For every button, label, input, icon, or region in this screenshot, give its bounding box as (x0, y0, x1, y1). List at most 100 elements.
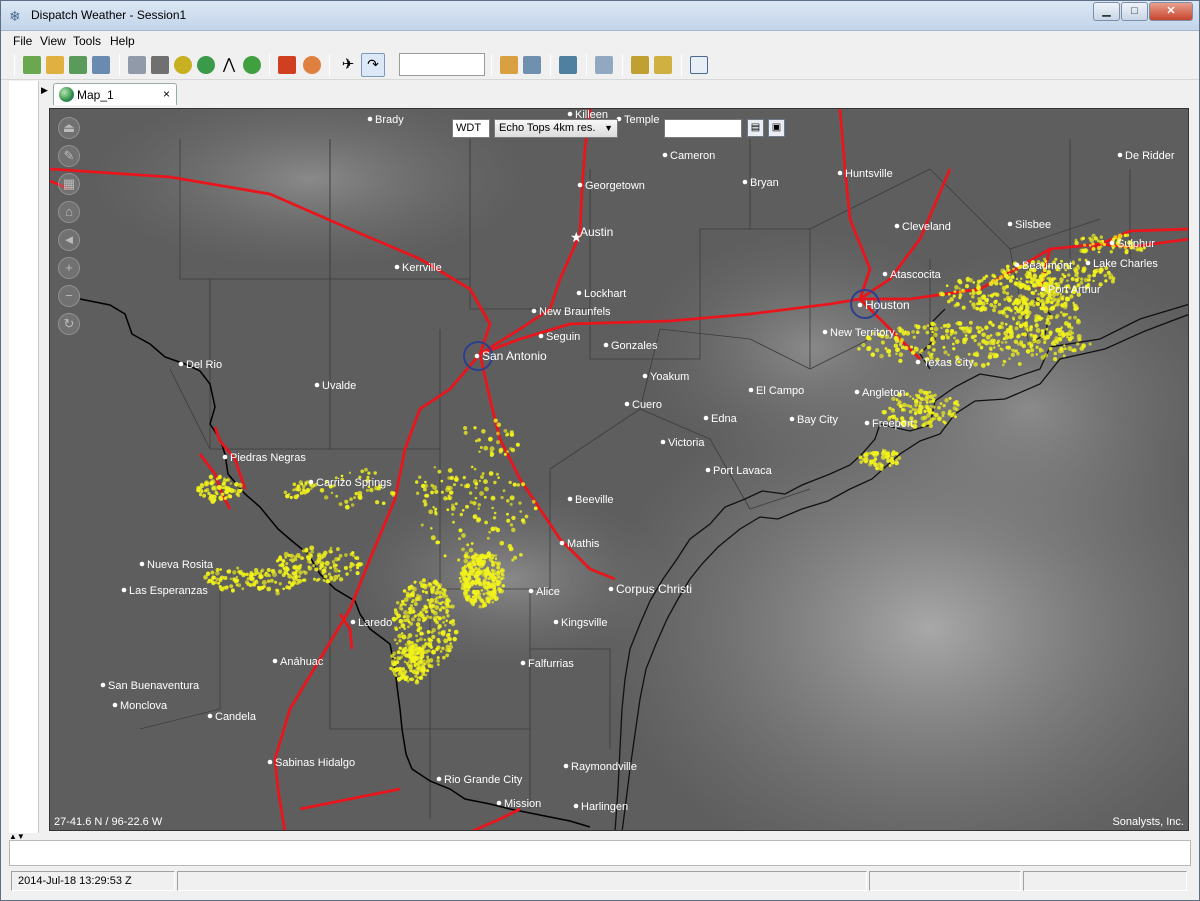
map-tool-column: ⏏ ✎ ▦ ⌂ ◄ + − ↻ (58, 117, 82, 341)
panel-icon[interactable] (690, 56, 708, 74)
globe-icon[interactable] (197, 56, 215, 74)
map-time-field[interactable] (664, 119, 742, 138)
zoom-out-icon[interactable]: − (58, 285, 80, 307)
rotate-icon[interactable]: ↻ (58, 313, 80, 335)
map-canvas[interactable]: Killeen TempleBradyCameronGeorgetown Bryan… (50, 109, 1189, 831)
back-icon[interactable]: ◄ (58, 229, 80, 251)
save-icon[interactable] (69, 56, 87, 74)
lightning-strike (415, 491, 420, 495)
lightning-strike (330, 491, 334, 495)
weather-product-icon[interactable] (278, 56, 296, 74)
lightning-strike (447, 637, 452, 642)
lightning-strike (1041, 302, 1046, 307)
lightning-strike (479, 598, 485, 603)
palette-icon[interactable] (303, 56, 321, 74)
layer-add-icon[interactable] (500, 56, 518, 74)
lightning-strike (296, 485, 300, 489)
route-icon[interactable]: ↷ (361, 53, 385, 77)
close-button[interactable]: ✕ (1149, 2, 1193, 21)
print-icon[interactable] (128, 56, 146, 74)
overlay-icon[interactable] (559, 56, 577, 74)
lightning-strike (505, 498, 510, 503)
lightning-strike (395, 617, 399, 620)
lightning-strike (483, 445, 489, 451)
home-icon[interactable]: ⌂ (58, 201, 80, 223)
map-view[interactable]: Killeen Temple Brady Cameron Georgetown Bryan… (49, 108, 1189, 831)
station-field[interactable]: WDT (452, 119, 490, 138)
eject-icon[interactable]: ⏏ (58, 117, 80, 139)
airplane-icon[interactable]: ✈ (339, 56, 357, 74)
lightning-strike (898, 352, 904, 357)
lightning-strike (415, 480, 419, 484)
lightning-strike (1005, 345, 1009, 350)
lightning-strike (442, 606, 446, 610)
document-icon[interactable] (595, 56, 613, 74)
new-map-icon[interactable] (23, 56, 41, 74)
chart-edit-icon[interactable] (654, 56, 672, 74)
lightning-strike (981, 305, 986, 310)
lightning-strike (398, 646, 402, 650)
layer-dropdown[interactable]: Echo Tops 4km res. ▼ (494, 119, 618, 138)
tab-close-icon[interactable]: × (163, 87, 170, 101)
lightning-strike (511, 527, 516, 533)
lightning-strike (511, 558, 515, 562)
grid-icon[interactable]: ▦ (58, 173, 80, 195)
lightning-strike (900, 407, 905, 412)
lightning-strike (890, 453, 894, 456)
open-icon[interactable] (46, 56, 64, 74)
lightning-strike (458, 537, 461, 541)
lightning-strike (1031, 283, 1037, 288)
tab-map-1[interactable]: Map_1 × (53, 83, 177, 105)
toolbar-search-input[interactable] (399, 53, 485, 76)
menu-view[interactable]: View (40, 34, 66, 48)
lightning-strike (453, 629, 459, 635)
lightning-strike (952, 406, 957, 411)
lightning-strike (497, 575, 501, 579)
lightning-strike (533, 506, 538, 511)
lightning-strike (434, 591, 439, 595)
menu-help[interactable]: Help (110, 34, 135, 48)
camera-icon[interactable] (151, 56, 169, 74)
calendar-icon[interactable]: ▤ (747, 119, 764, 137)
minimize-button[interactable]: ▁ (1093, 2, 1120, 21)
lightning-strike (975, 302, 980, 306)
lightning-strike (1081, 236, 1085, 241)
lightning-strike (986, 362, 990, 366)
lightning-strike (868, 451, 873, 455)
lightning-strike (463, 430, 468, 435)
status-field-3 (1023, 871, 1187, 891)
lightning-strike (416, 661, 421, 666)
command-input[interactable] (9, 840, 1191, 866)
menu-file[interactable]: File (13, 34, 32, 48)
windows-icon[interactable] (92, 56, 110, 74)
lightning-strike (350, 503, 355, 507)
lightning-strike (437, 590, 442, 595)
edit-icon[interactable]: ✎ (58, 145, 80, 167)
lightning-strike (503, 452, 507, 456)
compass-icon[interactable]: ⋀ (220, 56, 238, 74)
lightning-strike (1038, 274, 1044, 279)
lightning-strike (865, 453, 869, 457)
refresh-icon[interactable] (243, 56, 261, 74)
menu-tools[interactable]: Tools (73, 34, 101, 48)
lightning-strike (989, 334, 993, 337)
lightning-strike (973, 362, 978, 367)
layer-settings-icon[interactable] (523, 56, 541, 74)
lightning-strike (1004, 340, 1008, 344)
lightning-strike (490, 526, 496, 532)
lightning-strike (448, 629, 451, 632)
settings-grid-icon[interactable]: ▣ (768, 119, 785, 137)
city-label: De Ridder (1125, 150, 1175, 162)
lightning-strike (1017, 315, 1023, 320)
lightning-strike (264, 571, 268, 575)
maximize-button[interactable]: □ (1121, 2, 1148, 21)
lightning-strike (513, 555, 518, 560)
chart-icon[interactable] (631, 56, 649, 74)
lightning-strike (1001, 341, 1004, 344)
lightning-strike (506, 450, 509, 453)
lightning-strike (463, 426, 468, 430)
lightning-strike (477, 595, 482, 600)
lightning-strike (389, 490, 395, 496)
zoom-in-icon[interactable]: + (58, 257, 80, 279)
measure-icon[interactable] (174, 56, 192, 74)
